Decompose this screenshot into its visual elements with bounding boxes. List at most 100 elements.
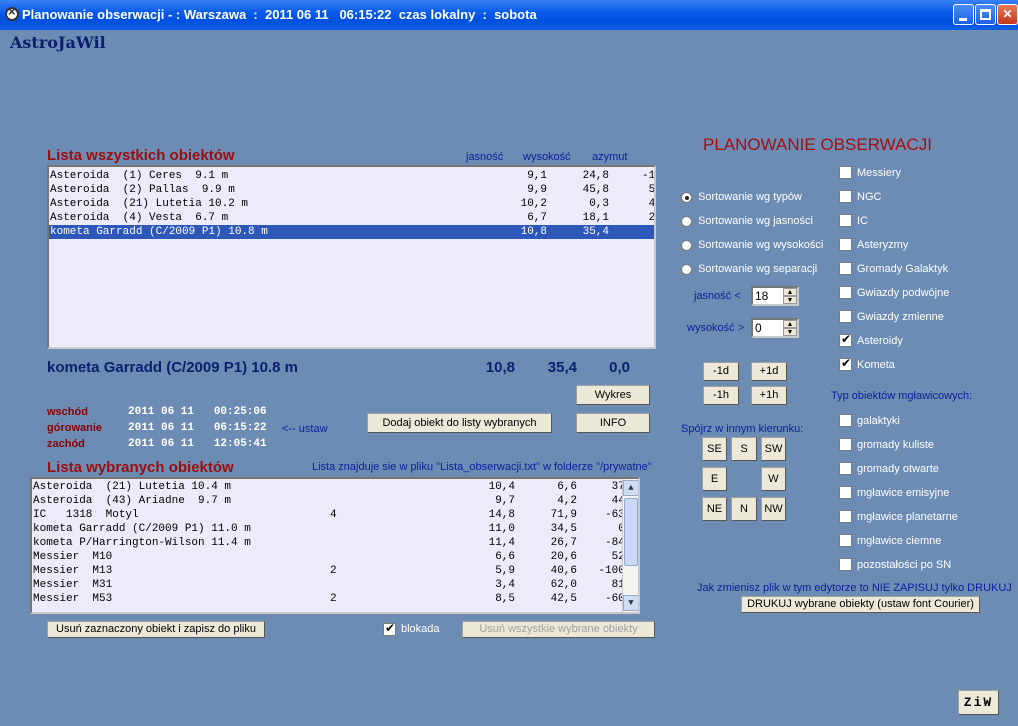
object-name: Messier M10 <box>33 551 113 563</box>
filter-ic-checkbox[interactable] <box>839 214 852 227</box>
editor-note: Jak zmienisz plik w tym edytorze to NIE … <box>697 582 1012 594</box>
sort-alt-radio[interactable] <box>681 240 692 251</box>
filter-variable-stars-checkbox[interactable] <box>839 310 852 323</box>
nebula-dark-checkbox[interactable] <box>839 534 852 547</box>
list-item[interactable]: kometa Garradd (C/2009 P1) 11.0 m 11,0 3… <box>32 522 638 536</box>
nebula-galaxies-checkbox[interactable] <box>839 414 852 427</box>
object-name: Messier M53 <box>33 593 113 605</box>
nebula-emission-checkbox[interactable] <box>839 486 852 499</box>
print-button[interactable]: DRUKUJ wybrane obiekty (ustaw font Couri… <box>741 596 980 613</box>
filter-asterism-checkbox[interactable] <box>839 238 852 251</box>
dir-se-button[interactable]: SE <box>702 437 727 461</box>
alt-limit-value: 0 <box>755 321 762 335</box>
object-az: 54,7 <box>648 184 656 196</box>
filter-messier-checkbox[interactable] <box>839 166 852 179</box>
dir-ne-button[interactable]: NE <box>702 497 727 521</box>
add-to-list-button[interactable]: Dodaj obiekt do listy wybranych <box>367 413 552 433</box>
brand-logo: AstroJaWil <box>10 33 106 52</box>
filter-ngc-checkbox[interactable] <box>839 190 852 203</box>
window-titlebar: Planowanie obserwacji - : Warszawa : 201… <box>0 0 1018 30</box>
stepper-up-icon[interactable]: ▲ <box>783 320 797 328</box>
list-item[interactable]: kometa P/Harrington-Wilson 11.4 m 11,4 2… <box>32 536 638 550</box>
set-label: zachód <box>47 438 85 450</box>
nebula-globular-checkbox[interactable] <box>839 438 852 451</box>
scroll-thumb[interactable] <box>624 498 638 566</box>
sort-sep-radio[interactable] <box>681 264 692 275</box>
nebula-galaxies-label: galaktyki <box>857 415 900 427</box>
nebula-planetary-label: mgławice planetarne <box>857 511 958 523</box>
object-name: Asteroida (21) Lutetia 10.4 m <box>33 481 232 493</box>
alt-limit-stepper[interactable]: 0 ▲ ▼ <box>751 318 799 338</box>
col-head-mag: jasność <box>466 151 504 163</box>
list-item[interactable]: Asteroida (1) Ceres 9.1 m 9,1 24,8 -17,0 <box>49 169 654 183</box>
list-item[interactable]: Asteroida (21) Lutetia 10.4 m 10,4 6,6 3… <box>32 480 638 494</box>
minimize-icon <box>959 18 967 21</box>
chosen-list-scrollbar[interactable]: ▲ ▼ <box>622 479 638 612</box>
filter-asteroids-checkbox[interactable] <box>839 332 852 347</box>
selected-object-az: 0,0 <box>609 359 630 376</box>
maximize-button[interactable] <box>975 4 996 25</box>
chosen-objects-list[interactable]: Asteroida (21) Lutetia 10.4 m 10,4 6,6 3… <box>30 477 640 614</box>
list-item[interactable]: Messier M13 2 5,9 40,6 -100,1 <box>32 564 638 578</box>
dir-nw-button[interactable]: NW <box>761 497 786 521</box>
plus-day-button[interactable]: +1d <box>751 362 787 381</box>
scroll-up-icon[interactable]: ▲ <box>623 480 638 496</box>
list-item-selected[interactable]: kometa Garradd (C/2009 P1) 10.8 m 10,8 3… <box>49 225 654 239</box>
info-button[interactable]: INFO <box>576 413 650 433</box>
plus-hour-button[interactable]: +1h <box>751 386 787 405</box>
object-az: -17,0 <box>641 170 656 182</box>
dir-sw-button[interactable]: SW <box>761 437 786 461</box>
app-icon[interactable] <box>5 4 19 21</box>
filter-asterism-label: Asteryzmy <box>857 239 909 251</box>
sort-types-label: Sortowanie wg typów <box>698 191 802 203</box>
lock-checkbox[interactable] <box>383 621 396 636</box>
selected-object-name: kometa Garradd (C/2009 P1) 10.8 m <box>47 359 298 376</box>
dir-s-button[interactable]: S <box>731 437 757 461</box>
alt-limit-label: wysokość > <box>687 322 745 334</box>
dir-w-button[interactable]: W <box>761 467 786 491</box>
sort-alt-label: Sortowanie wg wysokości <box>698 239 824 251</box>
list-item[interactable]: IC 1318 Motyl 4 14,8 71,9 -63,0 <box>32 508 638 522</box>
list-item[interactable]: Messier M31 3,4 62,0 81,7 <box>32 578 638 592</box>
stepper-up-icon[interactable]: ▲ <box>783 288 797 296</box>
ziw-button[interactable]: ZiW <box>958 690 999 715</box>
filter-galaxy-clusters-checkbox[interactable] <box>839 262 852 275</box>
object-extra: 2 <box>330 565 337 577</box>
list-item[interactable]: Messier M10 6,6 20,6 52,6 <box>32 550 638 564</box>
filter-comets-checkbox[interactable] <box>839 356 852 371</box>
sort-types-radio[interactable] <box>681 192 692 203</box>
rise-label: wschód <box>47 406 88 418</box>
object-name: kometa P/Harrington-Wilson 11.4 m <box>33 537 251 549</box>
nebula-planetary-checkbox[interactable] <box>839 510 852 523</box>
list-item[interactable]: Asteroida (2) Pallas 9.9 m 9,9 45,8 54,7 <box>49 183 654 197</box>
chart-button[interactable]: Wykres <box>576 385 650 405</box>
list-item[interactable]: Asteroida (43) Ariadne 9.7 m 9,7 4,2 44,… <box>32 494 638 508</box>
filter-double-stars-checkbox[interactable] <box>839 286 852 299</box>
close-button[interactable]: ✕ <box>997 4 1018 25</box>
object-az: 0,0 <box>589 225 654 239</box>
mag-limit-stepper[interactable]: 18 ▲ ▼ <box>751 286 799 306</box>
list-item[interactable]: Messier M53 2 8,5 42,5 -60,6 <box>32 592 638 606</box>
nebula-emission-label: mgławice emisyjne <box>857 487 950 499</box>
remove-all-button[interactable]: Usuń wszystkie wybrane obiekty <box>462 621 655 638</box>
minus-hour-button[interactable]: -1h <box>703 386 739 405</box>
stepper-down-icon[interactable]: ▼ <box>783 296 797 304</box>
all-objects-list[interactable]: Asteroida (1) Ceres 9.1 m 9,1 24,8 -17,0… <box>47 165 656 349</box>
object-name: Asteroida (1) Ceres 9.1 m <box>50 170 229 182</box>
col-head-alt: wysokość <box>523 151 571 163</box>
stepper-down-icon[interactable]: ▼ <box>783 328 797 336</box>
list-item[interactable]: Asteroida (21) Lutetia 10.2 m 10,2 0,3 4… <box>49 197 654 211</box>
minimize-button[interactable] <box>953 4 974 25</box>
nebula-sn-remnants-checkbox[interactable] <box>839 558 852 571</box>
minus-day-button[interactable]: -1d <box>703 362 739 381</box>
sort-mag-radio[interactable] <box>681 216 692 227</box>
list-item[interactable]: Asteroida (4) Vesta 6.7 m 6,7 18,1 22,0 <box>49 211 654 225</box>
scroll-down-icon[interactable]: ▼ <box>623 595 638 611</box>
mag-limit-label: jasność < <box>694 290 741 302</box>
transit-time: 2011 06 11 06:15:22 <box>128 422 267 434</box>
dir-n-button[interactable]: N <box>731 497 757 521</box>
nebula-open-checkbox[interactable] <box>839 462 852 475</box>
file-note: Lista znajduje sie w pliku "Lista_obserw… <box>312 461 652 473</box>
remove-selected-button[interactable]: Usuń zaznaczony obiekt i zapisz do pliku <box>47 621 265 638</box>
dir-e-button[interactable]: E <box>702 467 727 491</box>
